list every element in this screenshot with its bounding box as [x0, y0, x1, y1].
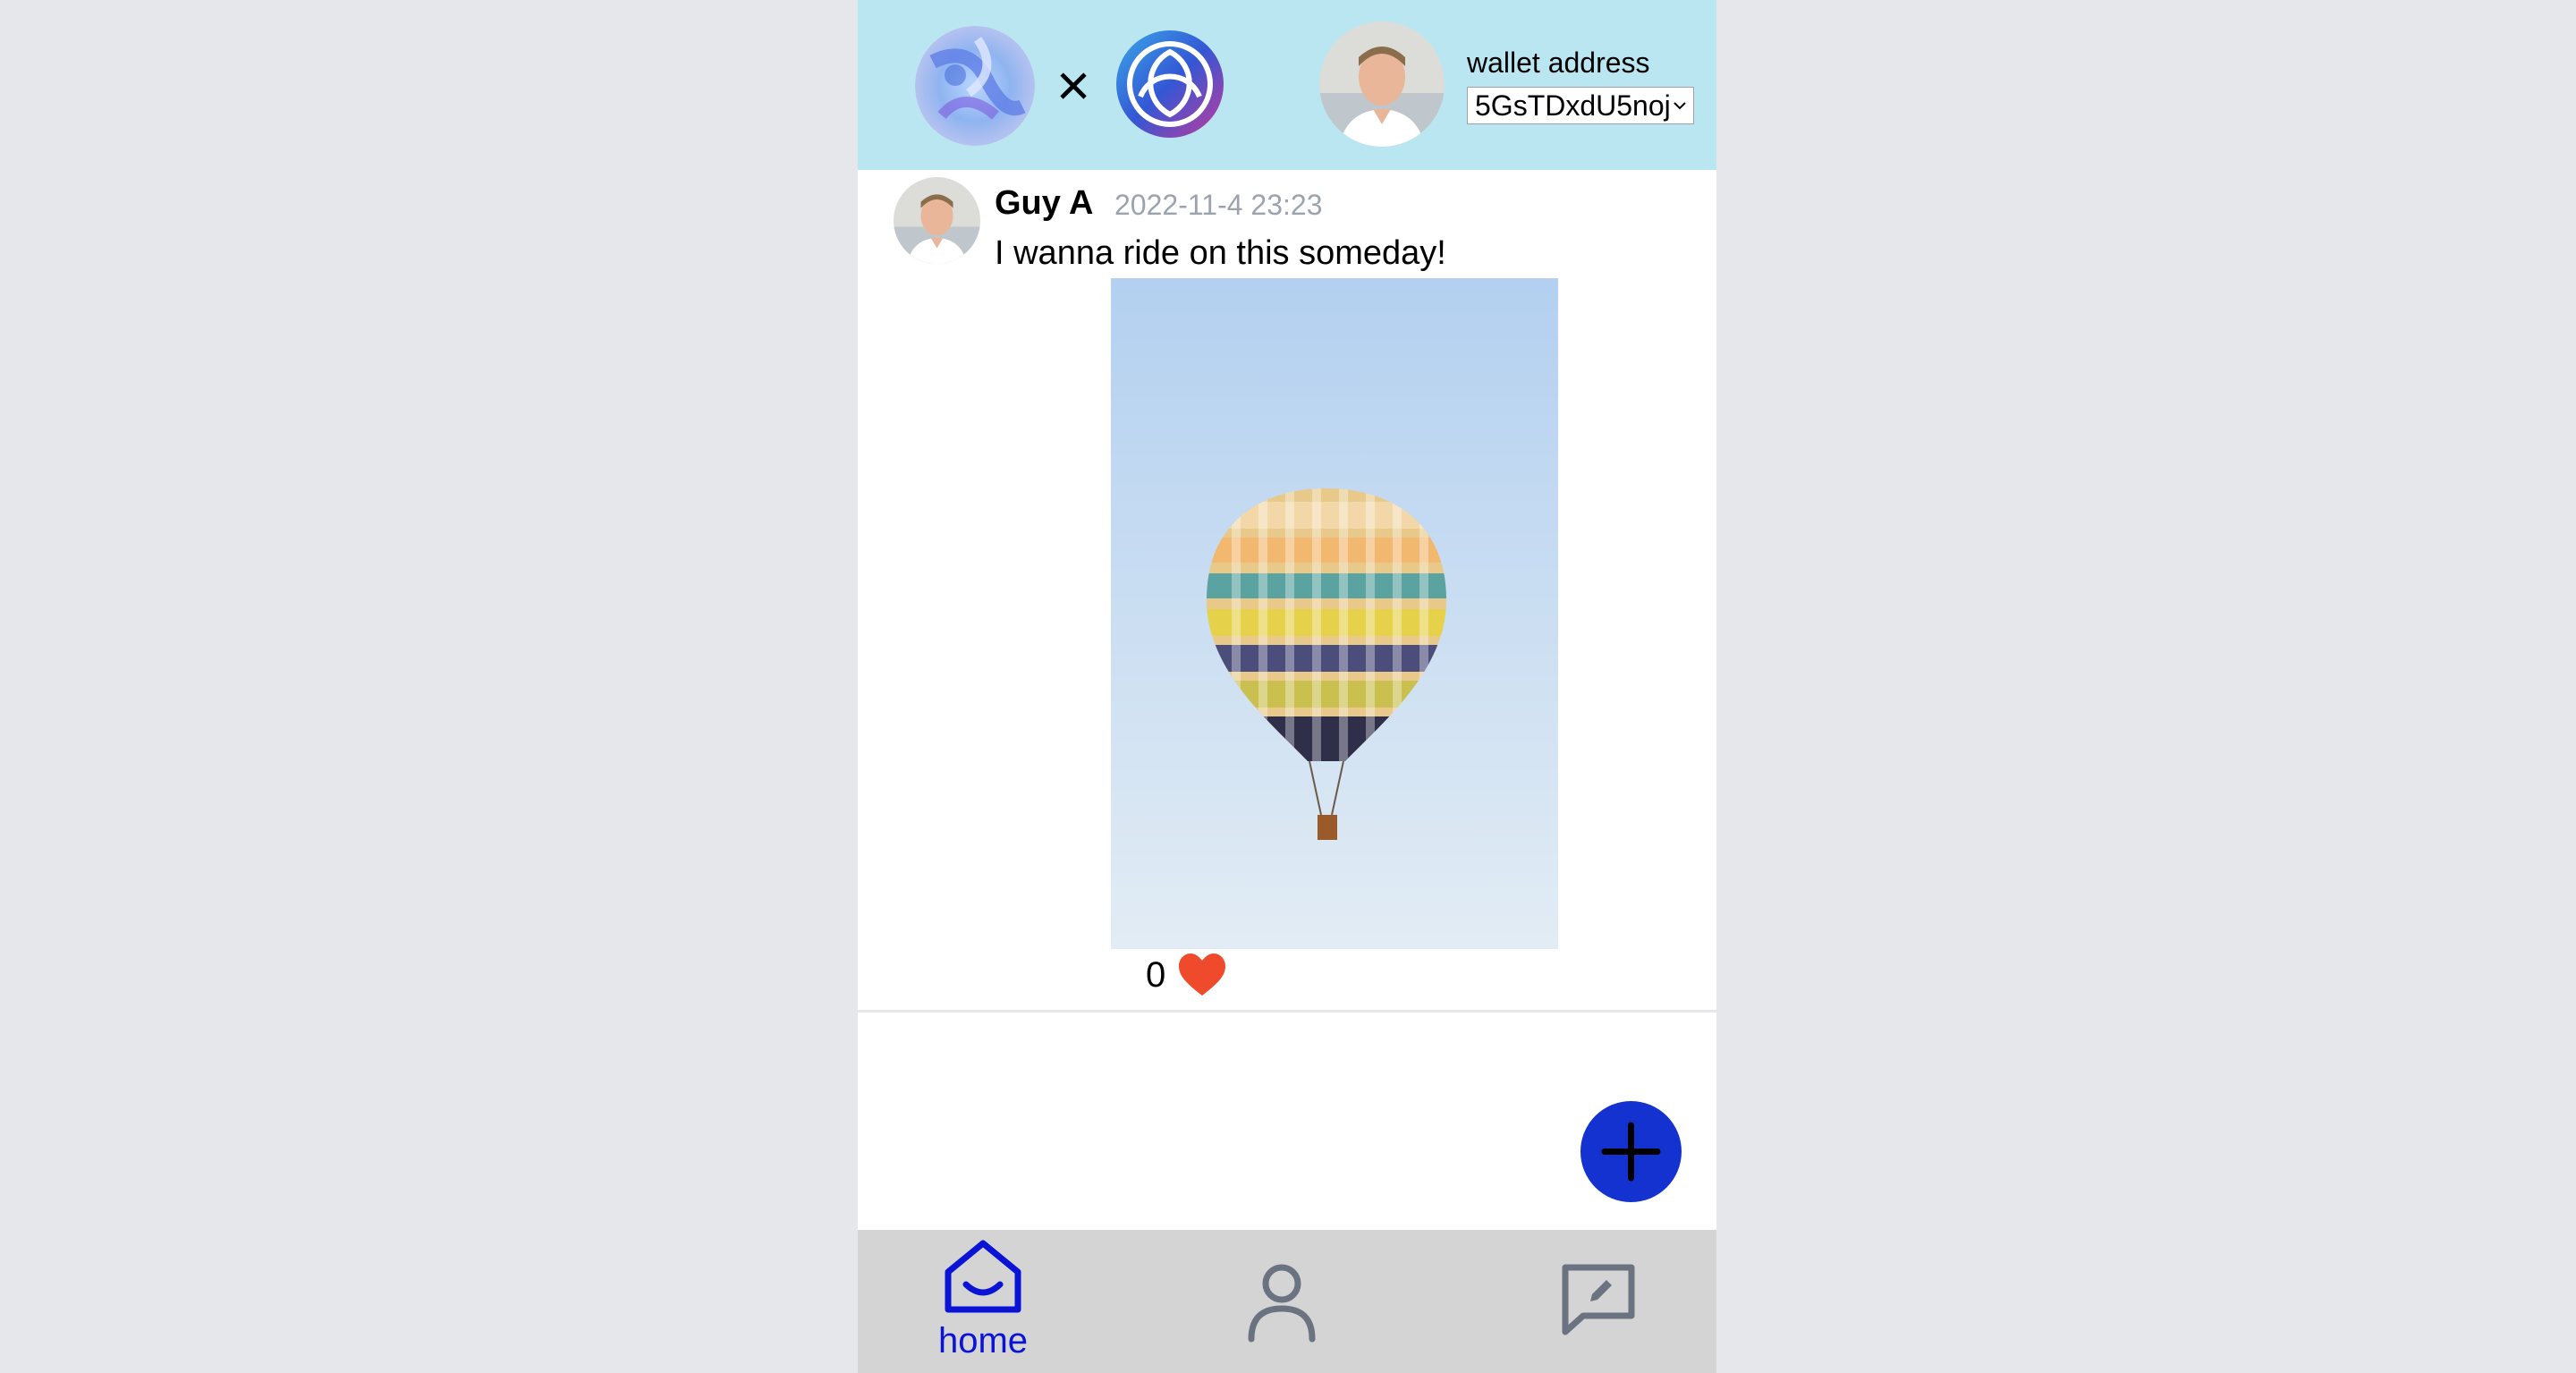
- heart-icon[interactable]: [1177, 951, 1227, 1001]
- wallet-address-label: wallet address: [1467, 47, 1650, 79]
- swirl-logo-icon: [915, 26, 1035, 146]
- triskelion-logo-icon: [1115, 30, 1224, 139]
- chevron-down-icon: [1674, 102, 1686, 110]
- post-text: I wanna ride on this someday!: [995, 234, 1446, 272]
- post-timestamp: 2022-11-4 23:23: [1114, 189, 1323, 221]
- plus-icon: [1601, 1122, 1661, 1182]
- wallet-address-value: 5GsTDxdU5noj: [1475, 89, 1671, 122]
- post-author-avatar[interactable]: [894, 177, 980, 264]
- nav-home[interactable]: home: [920, 1230, 1046, 1373]
- profile-icon: [1248, 1264, 1316, 1343]
- post-divider: [858, 1010, 1716, 1013]
- new-post-button[interactable]: [1580, 1101, 1682, 1202]
- bottom-nav: home: [858, 1230, 1716, 1373]
- header: × wallet address 5GsTDxdU5noj: [858, 0, 1716, 170]
- like-count: 0: [1146, 955, 1166, 995]
- nav-messages[interactable]: [1551, 1230, 1640, 1373]
- post-image[interactable]: [1111, 278, 1558, 949]
- user-avatar[interactable]: [1319, 21, 1445, 147]
- nav-home-label: home: [937, 1321, 1029, 1360]
- app-frame: × wallet address 5GsTDxdU5noj Guy A 2022…: [858, 0, 1716, 1373]
- nav-profile[interactable]: [1233, 1230, 1323, 1373]
- collab-separator: ×: [1055, 52, 1091, 118]
- home-icon: [945, 1240, 1021, 1313]
- wallet-address-select[interactable]: 5GsTDxdU5noj: [1467, 87, 1694, 124]
- message-edit-icon: [1562, 1264, 1635, 1335]
- post-author-name[interactable]: Guy A: [995, 184, 1094, 223]
